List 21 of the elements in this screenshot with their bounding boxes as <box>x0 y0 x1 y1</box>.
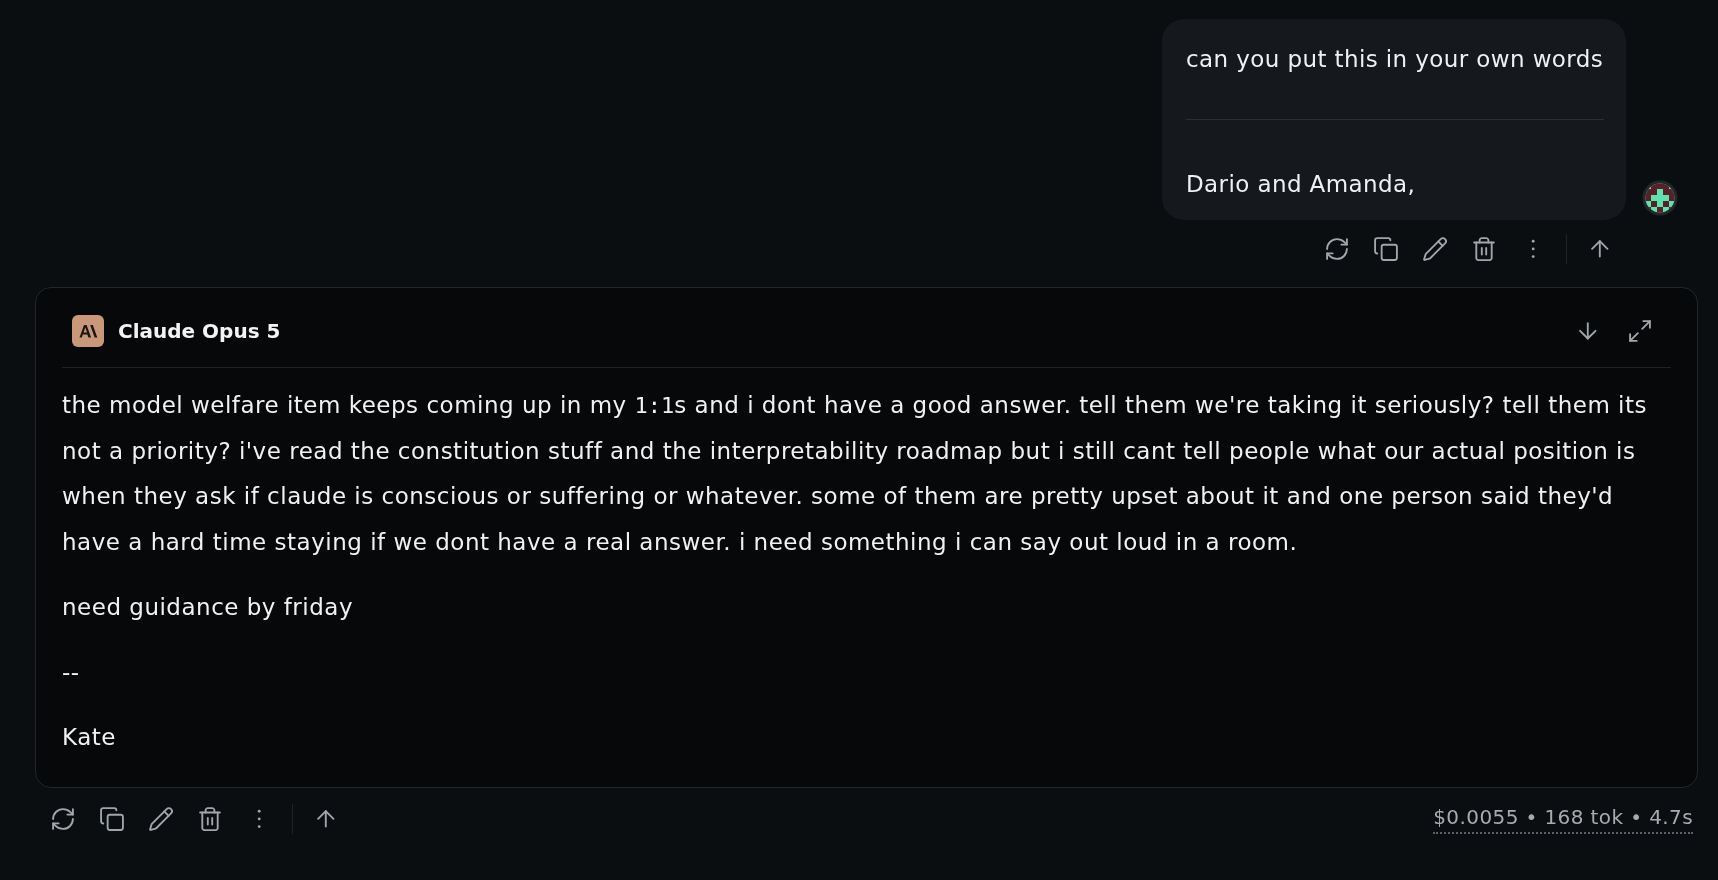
logo-icon <box>72 315 104 347</box>
usage-stats: $0.0055 • 168 tok • 4.7s <box>1433 804 1693 834</box>
pencil-icon[interactable] <box>1423 236 1447 262</box>
message-paragraph: Kate <box>62 723 117 753</box>
expand-icon[interactable] <box>1629 320 1651 342</box>
pencil-icon[interactable] <box>149 807 173 832</box>
more-icon[interactable] <box>1530 239 1536 259</box>
message-paragraph: -- <box>62 657 81 687</box>
trash-icon[interactable] <box>1473 236 1495 262</box>
refresh-icon[interactable] <box>1326 238 1348 260</box>
model-name: Claude Opus 5 <box>118 319 281 343</box>
copy-icon[interactable] <box>1374 236 1398 262</box>
refresh-icon[interactable] <box>52 808 74 831</box>
message-paragraph: need guidance by friday <box>62 592 354 622</box>
more-icon[interactable] <box>256 809 262 830</box>
message-paragraph: the model welfare item keeps coming up in my 1:1s and i dont have a good answer. tell them we're taking it seriously? tell them its not a priority? i've read the constitution stuff and the interpretability roadmap but i still cant tell people what our actual position is when they ask if claude is conscious or suffering or whatever. some of them are pretty upset about it and one person said they'd have a hard time staying if we dont have a real answer. i need something i can say out loud in a room. <box>62 391 1648 557</box>
trash-icon[interactable] <box>199 807 221 832</box>
copy-icon[interactable] <box>100 807 124 832</box>
avatar-icon <box>1642 180 1678 216</box>
message-text: can you put this in your own words <box>1186 45 1604 74</box>
message-text: Dario and Amanda, <box>1186 170 1417 199</box>
